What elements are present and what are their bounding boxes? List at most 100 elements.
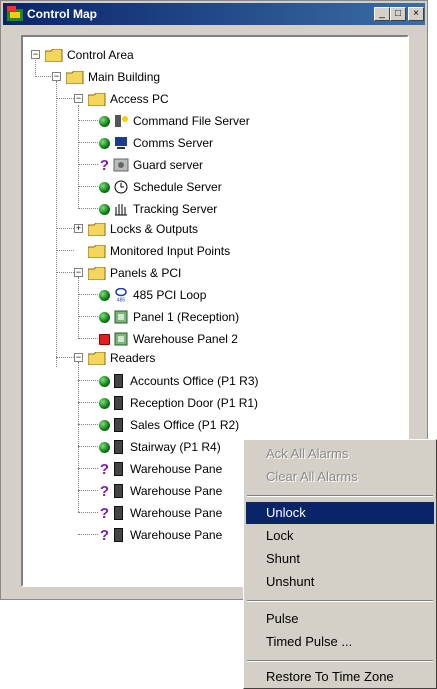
tree-node-command-file-server[interactable]: Command File Server	[99, 112, 250, 130]
tree-node-reader[interactable]: ? Warehouse Pane	[99, 460, 222, 478]
tree-node-comms-server[interactable]: Comms Server	[99, 134, 213, 152]
tree-node-reader[interactable]: Stairway (P1 R4)	[99, 438, 221, 456]
tree-node-main-building[interactable]: Main Building	[66, 68, 160, 86]
tree-node-reader[interactable]: ? Warehouse Pane	[99, 482, 222, 500]
app-icon	[7, 6, 23, 21]
panel-icon	[114, 332, 128, 346]
tree-node-reader[interactable]: ? Warehouse Pane	[99, 504, 222, 522]
menu-separator	[247, 660, 433, 662]
reader-icon	[114, 506, 123, 520]
folder-icon	[88, 244, 106, 258]
folder-icon	[88, 222, 106, 236]
menu-item-clear-all-alarms[interactable]: Clear All Alarms	[246, 466, 434, 488]
collapse-panels[interactable]: −	[74, 268, 83, 277]
status-ok-icon	[99, 311, 110, 323]
status-ok-icon	[99, 289, 110, 301]
tree-label: 485 PCI Loop	[133, 288, 207, 302]
tree-label: Panels & PCI	[110, 266, 182, 280]
reader-icon	[114, 440, 123, 454]
tree-label: Readers	[110, 351, 156, 365]
tree-node-locks-outputs[interactable]: Locks & Outputs	[88, 220, 198, 238]
status-ok-icon	[99, 203, 110, 215]
tree-label: Access PC	[110, 92, 169, 106]
menu-item-shunt[interactable]: Shunt	[246, 548, 434, 570]
tree-node-readers[interactable]: Readers	[88, 349, 155, 367]
tree-node-panel-1[interactable]: Panel 1 (Reception)	[99, 308, 239, 326]
collapse-control-area[interactable]: −	[31, 50, 40, 59]
status-unknown-icon: ?	[99, 526, 110, 544]
tree-label: Warehouse Panel 2	[133, 332, 238, 346]
close-button[interactable]: ×	[408, 7, 424, 21]
status-unknown-icon: ?	[99, 156, 110, 174]
clock-icon	[114, 180, 128, 194]
reader-icon	[114, 396, 123, 410]
collapse-readers[interactable]: −	[74, 353, 83, 362]
guard-icon	[113, 158, 129, 172]
status-ok-icon	[99, 137, 110, 149]
tree-label: Command File Server	[133, 114, 250, 128]
tree-label: Guard server	[133, 158, 204, 172]
tree-label: Reception Door (P1 R1)	[130, 396, 259, 410]
expand-locks-outputs[interactable]: +	[74, 224, 83, 233]
server-icon	[115, 115, 128, 127]
tree-node-reader[interactable]: ? Warehouse Pane	[99, 526, 222, 544]
reader-icon	[114, 374, 123, 388]
collapse-access-pc[interactable]: −	[74, 94, 83, 103]
folder-icon	[88, 266, 106, 280]
tree-node-485-pci-loop[interactable]: 485 485 PCI Loop	[99, 286, 206, 304]
tree-label: Panel 1 (Reception)	[133, 310, 240, 324]
tree-label: Locks & Outputs	[110, 222, 199, 236]
menu-separator	[247, 495, 433, 497]
status-alarm-icon	[99, 333, 110, 345]
tracking-icon	[115, 204, 127, 216]
tree-node-reader[interactable]: Accounts Office (P1 R3)	[99, 372, 259, 390]
tree-node-access-pc[interactable]: Access PC	[88, 90, 169, 108]
reader-icon	[114, 528, 123, 542]
menu-item-timed-pulse[interactable]: Timed Pulse ...	[246, 631, 434, 653]
status-unknown-icon: ?	[99, 504, 110, 522]
window-title: Control Map	[27, 7, 97, 21]
menu-item-ack-all-alarms[interactable]: Ack All Alarms	[246, 443, 434, 465]
status-ok-icon	[99, 441, 110, 453]
reader-icon	[114, 462, 123, 476]
menu-item-restore-to-time-zone[interactable]: Restore To Time Zone	[246, 666, 434, 688]
tree-label: Warehouse Pane	[130, 484, 223, 498]
tree-label: Tracking Server	[133, 202, 218, 216]
status-unknown-icon: ?	[99, 460, 110, 478]
title-bar[interactable]: Control Map _ □ ×	[3, 3, 425, 25]
menu-item-lock[interactable]: Lock	[246, 525, 434, 547]
reader-icon	[114, 484, 123, 498]
context-menu: Ack All Alarms Clear All Alarms Unlock L…	[243, 439, 437, 689]
minimize-button[interactable]: _	[374, 7, 390, 21]
folder-icon	[88, 92, 106, 106]
tree-node-panels[interactable]: Panels & PCI	[88, 264, 181, 282]
tree-node-monitored-inputs[interactable]: Monitored Input Points	[88, 242, 230, 260]
tree-node-warehouse-panel-2[interactable]: Warehouse Panel 2	[99, 330, 238, 348]
tree-node-reader[interactable]: Reception Door (P1 R1)	[99, 394, 258, 412]
collapse-main-building[interactable]: −	[52, 72, 61, 81]
tree-label: Comms Server	[133, 136, 214, 150]
computer-icon	[115, 137, 127, 149]
tree-label: Accounts Office (P1 R3)	[130, 374, 259, 388]
folder-icon	[66, 70, 84, 84]
tree-node-guard-server[interactable]: ? Guard server	[99, 156, 203, 174]
panel-icon	[114, 310, 128, 324]
menu-item-pulse[interactable]: Pulse	[246, 608, 434, 630]
status-ok-icon	[99, 397, 110, 409]
tree-node-schedule-server[interactable]: Schedule Server	[99, 178, 222, 196]
tree-label: Warehouse Pane	[130, 506, 223, 520]
status-ok-icon	[99, 419, 110, 431]
maximize-button[interactable]: □	[390, 7, 406, 21]
menu-item-unshunt[interactable]: Unshunt	[246, 571, 434, 593]
tree-node-control-area[interactable]: Control Area	[45, 46, 134, 64]
menu-separator	[247, 600, 433, 602]
status-ok-icon	[99, 115, 110, 127]
folder-icon	[45, 48, 63, 62]
status-ok-icon	[99, 181, 110, 193]
loop-badge: 485	[117, 298, 126, 303]
tree-node-reader[interactable]: Sales Office (P1 R2)	[99, 416, 239, 434]
status-unknown-icon: ?	[99, 482, 110, 500]
tree-node-tracking-server[interactable]: Tracking Server	[99, 200, 217, 218]
menu-item-unlock[interactable]: Unlock	[246, 502, 434, 524]
loop-icon: 485	[115, 288, 127, 303]
